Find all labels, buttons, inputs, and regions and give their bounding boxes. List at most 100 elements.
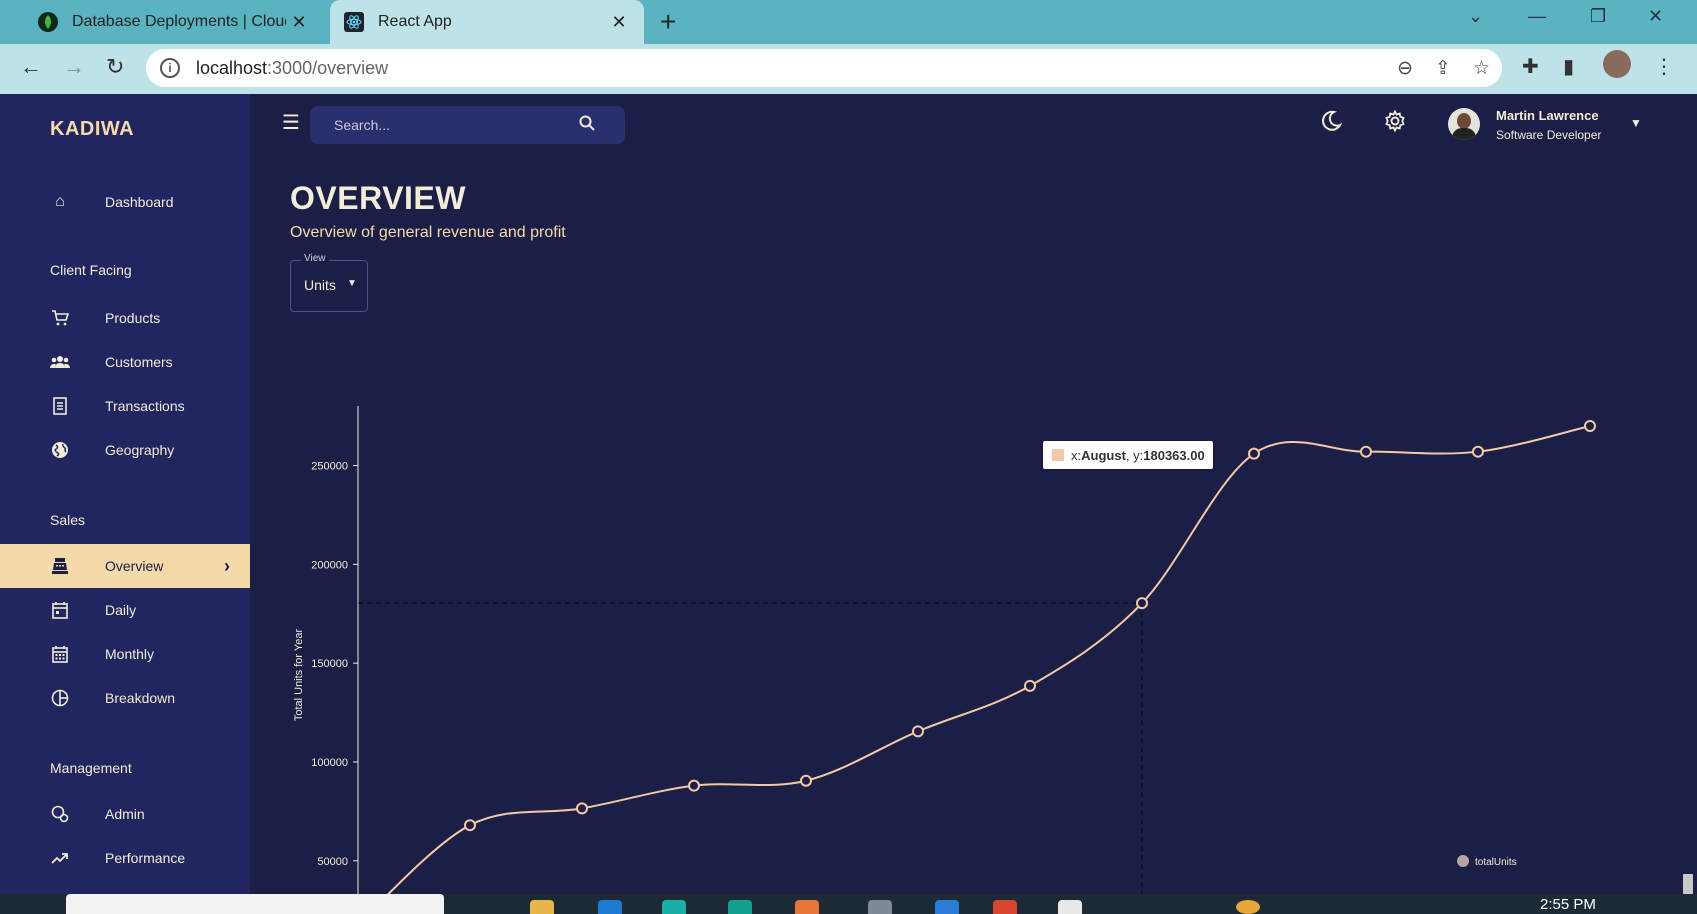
data-point [688, 779, 700, 792]
tab-title: React App [378, 13, 452, 30]
scrollbar[interactable] [1679, 94, 1697, 894]
y-tick-label: 100000 [311, 757, 348, 769]
windows-taskbar: 2:55 PM [0, 894, 1697, 914]
browser-menu-icon[interactable]: ⋮ [1654, 54, 1674, 79]
sidebar-item-monthly[interactable]: Monthly [0, 632, 250, 676]
close-window-icon[interactable]: ✕ [1648, 6, 1663, 27]
restore-icon[interactable]: ❐ [1590, 6, 1606, 27]
globe-icon [50, 440, 70, 460]
app-icon[interactable] [728, 900, 752, 914]
section-management: Management [50, 760, 132, 776]
taskbar-search-box[interactable] [66, 894, 444, 914]
legend-swatch [1457, 855, 1469, 867]
forward-icon[interactable]: → [63, 54, 85, 80]
close-tab-icon[interactable]: ✕ [286, 12, 312, 33]
react-logo-icon [344, 12, 364, 32]
app-icon[interactable] [1058, 900, 1082, 914]
site-info-icon[interactable]: i [160, 58, 180, 78]
pie-chart-icon [50, 688, 70, 708]
search-icon[interactable] [579, 115, 595, 136]
profile-avatar-icon[interactable] [1603, 50, 1631, 78]
bookmark-star-icon[interactable]: ☆ [1473, 57, 1490, 80]
point-of-sale-icon [50, 556, 70, 576]
menu-icon[interactable]: ☰ [282, 110, 300, 135]
data-point [1360, 445, 1372, 458]
reload-icon[interactable]: ↻ [106, 54, 124, 80]
sidebar-item-geography[interactable]: Geography [0, 428, 250, 472]
y-tick-label: 50000 [317, 856, 348, 868]
tooltip-swatch [1052, 449, 1064, 461]
sidebar-item-customers[interactable]: Customers [0, 340, 250, 384]
address-bar[interactable]: i localhost:3000/overview ⊖ ⇪ ☆ [146, 49, 1502, 87]
sidebar: KADIWA ⌂ Dashboard Client Facing Product… [0, 94, 250, 894]
tab-database-deployments[interactable]: Database Deployments | Cloud: M ✕ [24, 0, 324, 44]
edge-icon[interactable] [662, 900, 686, 914]
mongodb-leaf-icon [38, 12, 58, 32]
y-tick-label: 150000 [311, 658, 348, 670]
y-tick-label: 250000 [311, 461, 348, 473]
trending-up-icon [50, 848, 70, 868]
receipt-icon [50, 396, 70, 416]
data-point [1584, 420, 1596, 432]
tab-search-chevron-icon[interactable]: ⌄ [1468, 6, 1483, 27]
page-title: OVERVIEW [290, 180, 466, 216]
search-input[interactable] [334, 117, 554, 133]
app-icon[interactable] [795, 900, 819, 914]
data-point [1024, 679, 1036, 692]
app-icon[interactable] [868, 900, 892, 914]
store-icon[interactable] [598, 900, 622, 914]
back-icon[interactable]: ← [20, 54, 42, 80]
home-icon: ⌂ [55, 193, 65, 210]
file-explorer-icon[interactable] [530, 900, 554, 914]
sidebar-item-dashboard[interactable]: ⌂ Dashboard [0, 180, 250, 224]
data-point [1136, 597, 1148, 610]
settings-gear-icon[interactable] [1384, 109, 1406, 138]
admin-settings-icon [50, 804, 70, 824]
search-bar [310, 106, 625, 144]
share-icon[interactable]: ⇪ [1435, 57, 1451, 80]
close-tab-icon[interactable]: ✕ [606, 12, 632, 33]
view-select-value: Units [304, 277, 336, 293]
sidebar-item-transactions[interactable]: Transactions [0, 384, 250, 428]
user-name: Martin Lawrence [1496, 108, 1599, 123]
taskbar-clock: 2:55 PM [1540, 896, 1596, 913]
data-point [1248, 447, 1260, 460]
series-line-totalUnits [386, 425, 1591, 894]
dark-mode-moon-icon[interactable] [1320, 110, 1343, 138]
tab-strip: Database Deployments | Cloud: M ✕ React … [0, 0, 1697, 44]
app-icon[interactable] [1236, 900, 1260, 914]
legend-label: totalUnits [1475, 857, 1517, 868]
brand-logo[interactable]: KADIWA [50, 118, 134, 141]
scrollbar-thumb[interactable] [1683, 874, 1693, 894]
browser-toolbar: ← → ↻ i localhost:3000/overview ⊖ ⇪ ☆ ✚ … [0, 44, 1697, 94]
side-panel-icon[interactable]: ▮ [1563, 54, 1574, 79]
view-select-label: View [301, 253, 329, 264]
sidebar-item-breakdown[interactable]: Breakdown [0, 676, 250, 720]
page-subtitle: Overview of general revenue and profit [290, 224, 566, 241]
data-point [800, 774, 812, 787]
sidebar-item-performance[interactable]: Performance [0, 836, 250, 880]
minimize-icon[interactable]: — [1528, 6, 1546, 27]
sidebar-item-daily[interactable]: Daily [0, 588, 250, 632]
tab-title: Database Deployments | Cloud: M [72, 13, 286, 30]
sidebar-item-products[interactable]: Products [0, 296, 250, 340]
user-profile[interactable]: Martin Lawrence Software Developer ▼ [1448, 106, 1648, 146]
y-tick-label: 200000 [311, 559, 348, 571]
sidebar-item-admin[interactable]: Admin [0, 792, 250, 836]
tab-react-app[interactable]: React App ✕ [330, 0, 644, 44]
new-tab-icon[interactable]: + [660, 6, 676, 38]
vscode-icon[interactable] [935, 900, 959, 914]
extensions-puzzle-icon[interactable]: ✚ [1522, 54, 1539, 79]
zoom-icon[interactable]: ⊖ [1397, 57, 1413, 80]
chrome-icon[interactable] [993, 900, 1017, 914]
caret-down-icon[interactable]: ▼ [1630, 116, 1642, 130]
user-role: Software Developer [1496, 128, 1602, 142]
view-select[interactable]: View Units ▼ [290, 253, 368, 312]
data-point [576, 802, 588, 815]
browser-window: Database Deployments | Cloud: M ✕ React … [0, 0, 1697, 914]
y-axis-label: Total Units for Year [293, 629, 305, 722]
chart-tooltip: x: August, y: 180363.00 [1043, 441, 1213, 469]
data-point [912, 725, 924, 738]
chevron-right-icon: › [224, 555, 230, 576]
sidebar-item-overview[interactable]: Overview › [0, 544, 250, 588]
